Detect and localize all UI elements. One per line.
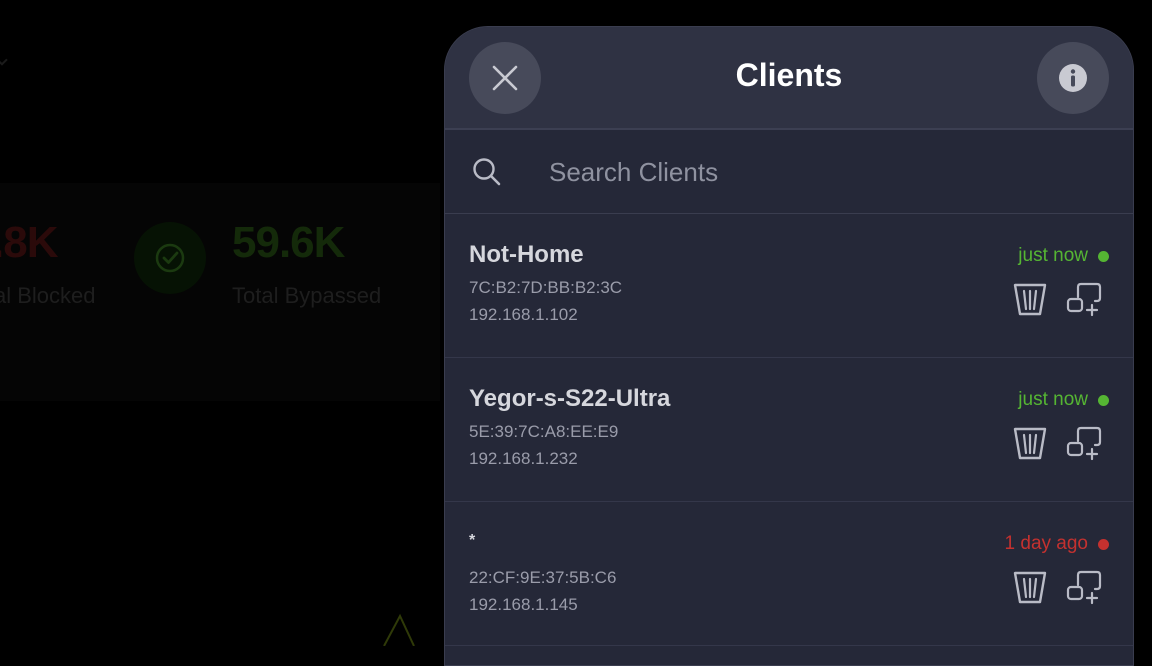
client-name: Yegor-s-S22-Ultra (469, 385, 671, 412)
bypassed-stat-value: 59.6K (232, 218, 345, 267)
status-dot (1098, 538, 1109, 550)
chevron-icon (0, 54, 8, 66)
status-dot (1098, 250, 1109, 262)
add-device-icon (1066, 570, 1102, 605)
client-name: * (469, 532, 476, 549)
client-ip: 192.168.1.232 (469, 449, 578, 468)
client-actions (1011, 568, 1103, 606)
last-seen-text: just now (1018, 389, 1088, 410)
client-actions (1011, 424, 1103, 462)
last-seen-text: just now (1018, 245, 1088, 266)
search-bar (445, 130, 1133, 214)
info-icon (1059, 64, 1087, 92)
search-icon (473, 158, 501, 186)
last-seen: 1 day ago (1005, 533, 1109, 555)
delete-client-button[interactable] (1011, 280, 1049, 318)
delete-client-button[interactable] (1011, 424, 1049, 462)
client-row[interactable]: Yegor-s-S22-Ultra 5E:39:7C:A8:EE:E9 192.… (445, 358, 1133, 502)
client-ip: 192.168.1.145 (469, 595, 578, 614)
trash-icon (1013, 283, 1047, 316)
trash-icon (1013, 427, 1047, 460)
modal-header: Clients (445, 27, 1133, 130)
client-mac: 5E:39:7C:A8:EE:E9 (469, 422, 619, 441)
add-device-button[interactable] (1065, 424, 1103, 462)
client-mac: 22:CF:9E:37:5B:C6 (469, 568, 617, 587)
status-dot (1098, 394, 1109, 406)
add-device-button[interactable] (1065, 280, 1103, 318)
bypass-check-icon (134, 222, 206, 294)
info-button[interactable] (1037, 42, 1109, 114)
client-mac: 7C:B2:7D:BB:B2:3C (469, 278, 623, 297)
blocked-stat-label: al Blocked (0, 283, 96, 308)
client-row[interactable]: Not-Home 7C:B2:7D:BB:B2:3C 192.168.1.102… (445, 214, 1133, 358)
client-row[interactable]: * 22:CF:9E:37:5B:C6 192.168.1.145 1 day … (445, 502, 1133, 646)
client-list: Not-Home 7C:B2:7D:BB:B2:3C 192.168.1.102… (445, 214, 1133, 646)
client-ip: 192.168.1.102 (469, 305, 578, 324)
last-seen: just now (1018, 389, 1109, 411)
chart-line (383, 613, 415, 646)
trash-icon (1013, 571, 1047, 604)
client-actions (1011, 280, 1103, 318)
bypassed-stat-label: Total Bypassed (232, 283, 382, 308)
last-seen-text: 1 day ago (1004, 533, 1088, 554)
delete-client-button[interactable] (1011, 568, 1049, 606)
blocked-stat-value: .8K (0, 218, 58, 267)
client-name: Not-Home (469, 241, 584, 268)
clients-modal: Clients Not-Home 7C:B2:7D:BB:B2:3C 192.1… (444, 26, 1134, 666)
add-device-icon (1066, 282, 1102, 317)
add-device-icon (1066, 426, 1102, 461)
last-seen: just now (1018, 245, 1109, 267)
search-input[interactable] (547, 150, 1071, 194)
add-device-button[interactable] (1065, 568, 1103, 606)
modal-title: Clients (735, 57, 843, 93)
